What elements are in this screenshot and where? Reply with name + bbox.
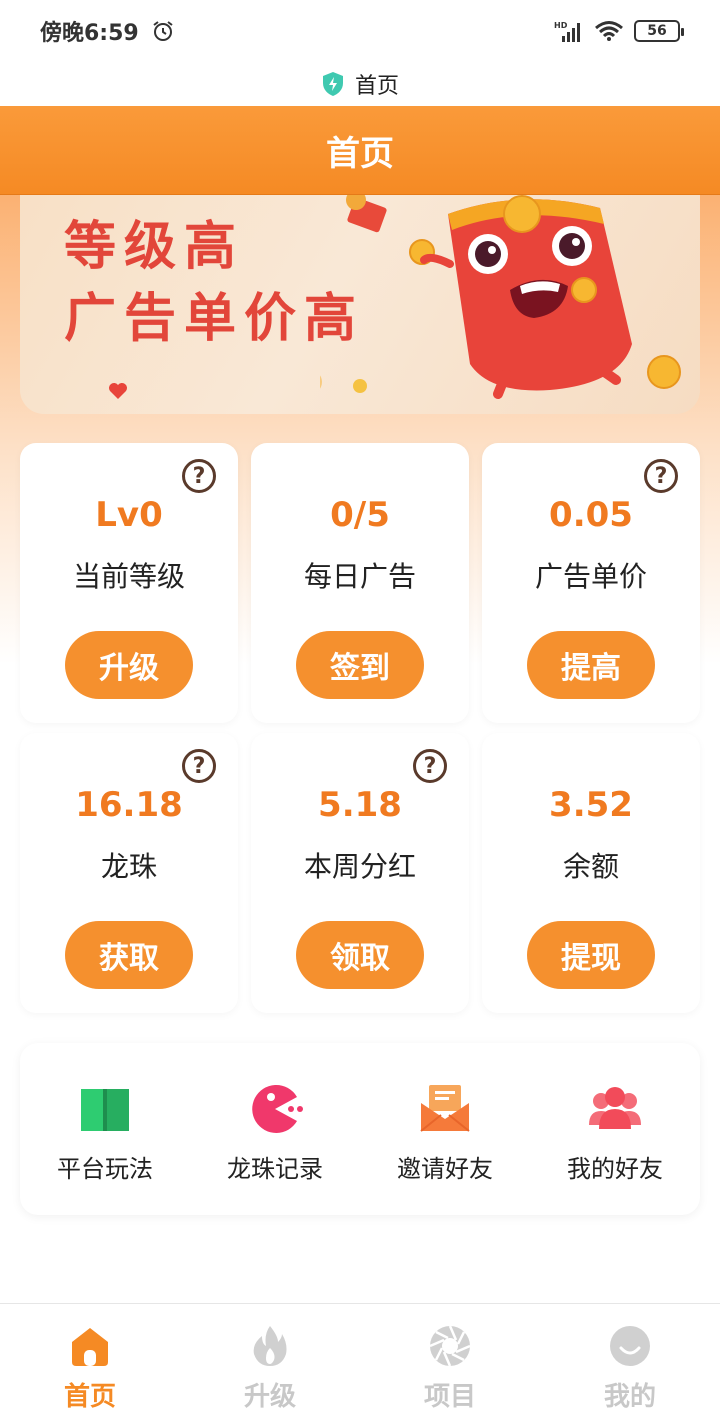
help-icon[interactable]: ?: [644, 459, 678, 493]
card-level: ? Lv0 当前等级 升级: [20, 443, 238, 723]
home-icon: [72, 1328, 108, 1366]
shield-icon: [322, 72, 343, 96]
fire-icon: [253, 1326, 287, 1366]
claim-button[interactable]: 领取: [296, 921, 424, 989]
withdraw-button[interactable]: 提现: [527, 921, 655, 989]
banner-line-1: 等级高: [64, 217, 245, 277]
check-in-button[interactable]: 签到: [296, 631, 424, 699]
obtain-button[interactable]: 获取: [65, 921, 193, 989]
card-weekly-dividend: ? 5.18 本周分红 领取: [251, 733, 469, 1013]
nav-projects[interactable]: 项目: [360, 1304, 540, 1427]
level-value: Lv0: [95, 495, 163, 535]
alarm-icon: [153, 21, 173, 41]
card-ad-price: ? 0.05 广告单价 提高: [482, 443, 700, 723]
browser-title-bar: 首页: [0, 62, 720, 106]
promo-banner[interactable]: 等级高 广告单价高: [20, 194, 700, 414]
browser-page-title: 首页: [354, 74, 399, 99]
quick-menu: 平台玩法 龙珠记录 邀请好友 我的好友: [20, 1043, 700, 1215]
svg-text:HD: HD: [554, 21, 568, 30]
card-balance: 3.52 余额 提现: [482, 733, 700, 1013]
quick-item-platform-rules[interactable]: 平台玩法: [20, 1043, 190, 1215]
nav-mine[interactable]: 我的: [540, 1304, 720, 1427]
help-icon[interactable]: ?: [182, 749, 216, 783]
signal-icon: HD: [554, 21, 580, 42]
balance-value: 3.52: [549, 785, 633, 825]
level-label: 当前等级: [72, 560, 185, 593]
raise-price-button[interactable]: 提高: [527, 631, 655, 699]
help-icon[interactable]: ?: [413, 749, 447, 783]
weekly-dividend-value: 5.18: [318, 785, 402, 825]
quick-item-label: 龙珠记录: [227, 1155, 323, 1183]
ad-price-value: 0.05: [549, 495, 633, 535]
daily-ads-label: 每日广告: [303, 560, 416, 593]
nav-label: 项目: [423, 1382, 476, 1412]
nav-label: 我的: [603, 1382, 656, 1412]
battery-indicator: 56: [634, 20, 684, 42]
quick-item-invite-friends[interactable]: 邀请好友: [360, 1043, 530, 1215]
card-dragon-pearls: ? 16.18 龙珠 获取: [20, 733, 238, 1013]
app-header: 首页: [0, 106, 720, 194]
card-daily-ads: 0/5 每日广告 签到: [251, 443, 469, 723]
smile-icon: [610, 1326, 650, 1366]
bottom-nav: 首页 升级 项目 我的: [0, 1303, 720, 1427]
status-bar: 傍晚6:59 HD 56: [0, 0, 720, 62]
quick-item-label: 平台玩法: [57, 1155, 153, 1183]
help-icon[interactable]: ?: [182, 459, 216, 493]
quick-item-label: 我的好友: [567, 1155, 663, 1183]
heart-icon: [109, 383, 127, 399]
quick-item-label: 邀请好友: [397, 1155, 493, 1183]
ad-price-label: 广告单价: [534, 560, 647, 593]
pacman-icon: [252, 1084, 303, 1133]
book-icon: [81, 1089, 129, 1131]
nav-label: 升级: [243, 1382, 296, 1412]
nav-upgrade[interactable]: 升级: [180, 1304, 360, 1427]
dragon-pearls-label: 龙珠: [100, 850, 157, 883]
red-envelope-mascot-illustration: [320, 194, 681, 399]
nav-home[interactable]: 首页: [0, 1304, 180, 1427]
nav-label: 首页: [63, 1382, 116, 1412]
dragon-pearls-value: 16.18: [75, 785, 183, 825]
balance-label: 余额: [562, 850, 619, 883]
mail-icon: [420, 1085, 470, 1132]
daily-ads-value: 0/5: [330, 495, 390, 535]
wifi-icon: [595, 21, 623, 41]
upgrade-button[interactable]: 升级: [65, 631, 193, 699]
quick-item-pearl-records[interactable]: 龙珠记录: [190, 1043, 360, 1215]
weekly-dividend-label: 本周分红: [303, 850, 416, 883]
quick-item-my-friends[interactable]: 我的好友: [530, 1043, 700, 1215]
page-title: 首页: [326, 133, 394, 174]
group-icon: [589, 1087, 641, 1129]
banner-line-2: 广告单价高: [64, 289, 365, 349]
status-time: 傍晚6:59: [40, 21, 139, 46]
aperture-icon: [429, 1325, 471, 1367]
